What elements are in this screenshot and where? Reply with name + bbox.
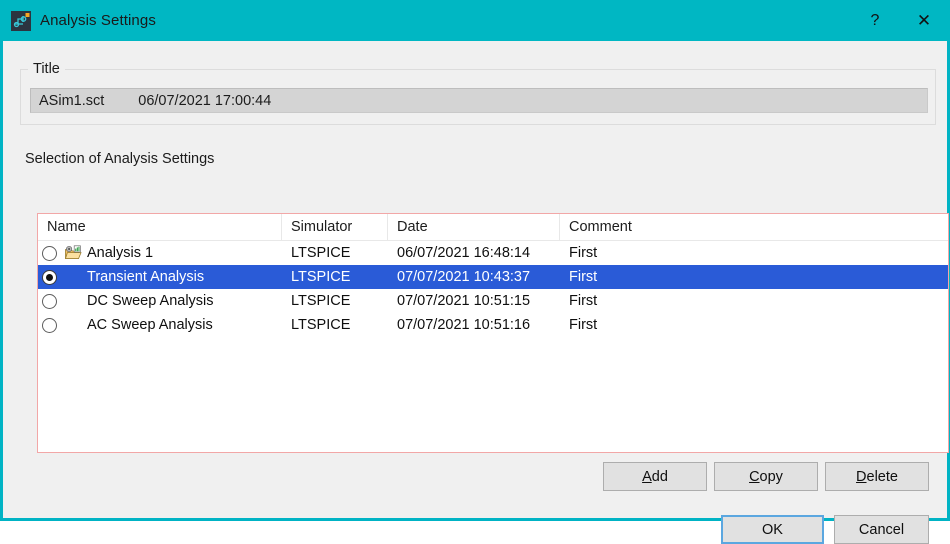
column-header-simulator[interactable]: Simulator	[282, 214, 388, 240]
row-simulator-cell: LTSPICE	[291, 269, 351, 285]
row-name-label: DC Sweep Analysis	[87, 293, 214, 309]
add-button-label: dd	[651, 468, 668, 485]
copy-button[interactable]: Copy	[714, 462, 818, 491]
column-header-name[interactable]: Name	[38, 214, 282, 240]
ok-button[interactable]: OK	[721, 515, 824, 544]
table-row[interactable]: Analysis 1 LTSPICE 06/07/2021 16:48:14 F…	[38, 241, 948, 265]
row-simulator-cell: LTSPICE	[291, 245, 351, 261]
column-header-comment[interactable]: Comment	[560, 214, 948, 240]
row-name-cell: DC Sweep Analysis	[38, 289, 282, 313]
window-titlebar: Analysis Settings ? ✕	[0, 0, 950, 41]
folder-gear-icon	[64, 245, 82, 261]
delete-button[interactable]: Delete	[825, 462, 929, 491]
row-name-cell: AC Sweep Analysis	[38, 313, 282, 337]
add-button[interactable]: Add	[603, 462, 707, 491]
row-name-cell: Transient Analysis	[38, 265, 282, 289]
table-row[interactable]: AC Sweep Analysis LTSPICE 07/07/2021 10:…	[38, 313, 948, 337]
row-radio-button[interactable]	[42, 245, 57, 261]
selection-group-label: Selection of Analysis Settings	[25, 151, 219, 167]
column-header-date[interactable]: Date	[388, 214, 560, 240]
row-date-cell: 07/07/2021 10:51:15	[397, 293, 531, 309]
help-button[interactable]: ?	[852, 0, 898, 41]
analysis-settings-dialog: Analysis Settings ? ✕ Title ASim1.sct 06…	[0, 0, 950, 544]
row-icon-placeholder	[64, 317, 82, 333]
title-file-timestamp: 06/07/2021 17:00:44	[138, 92, 272, 109]
row-icon-placeholder	[64, 293, 82, 309]
close-icon[interactable]: ✕	[898, 0, 950, 41]
row-radio-button[interactable]	[42, 317, 57, 333]
row-icon-placeholder	[64, 269, 82, 285]
row-comment-cell: First	[569, 317, 598, 333]
row-name-label: AC Sweep Analysis	[87, 317, 213, 333]
title-readonly-field: ASim1.sct 06/07/2021 17:00:44	[30, 88, 928, 113]
titlebar-button-group: ? ✕	[852, 0, 950, 41]
row-simulator-cell: LTSPICE	[291, 317, 351, 333]
table-row[interactable]: DC Sweep Analysis LTSPICE 07/07/2021 10:…	[38, 289, 948, 313]
delete-button-label: elete	[866, 468, 898, 485]
list-header-row: Name Simulator Date Comment	[38, 214, 948, 241]
row-radio-button[interactable]	[42, 269, 57, 285]
row-name-cell: Analysis 1	[38, 241, 282, 265]
add-button-mnemonic: A	[642, 468, 652, 485]
analysis-app-icon	[11, 10, 31, 31]
row-date-cell: 06/07/2021 16:48:14	[397, 245, 531, 261]
row-simulator-cell: LTSPICE	[291, 293, 351, 309]
row-name-label: Analysis 1	[87, 245, 154, 261]
row-radio-button[interactable]	[42, 293, 57, 309]
title-file-name: ASim1.sct	[39, 92, 105, 109]
row-name-label: Transient Analysis	[87, 269, 205, 285]
row-date-cell: 07/07/2021 10:43:37	[397, 269, 531, 285]
title-groupbox: Title ASim1.sct 06/07/2021 17:00:44	[20, 61, 936, 125]
dialog-body: Title ASim1.sct 06/07/2021 17:00:44 Sele…	[3, 41, 949, 544]
window-title: Analysis Settings	[40, 12, 156, 29]
copy-button-label: opy	[759, 468, 783, 485]
row-comment-cell: First	[569, 269, 598, 285]
selection-groupbox: Selection of Analysis Settings Name Simu…	[20, 151, 949, 453]
title-group-label: Title	[28, 61, 65, 77]
row-comment-cell: First	[569, 293, 598, 309]
cancel-button[interactable]: Cancel	[834, 515, 929, 544]
copy-button-mnemonic: C	[749, 468, 760, 485]
table-row[interactable]: Transient Analysis LTSPICE 07/07/2021 10…	[38, 265, 948, 289]
delete-button-mnemonic: D	[856, 468, 867, 485]
analysis-settings-list[interactable]: Name Simulator Date Comment Analysis 1 L…	[37, 213, 949, 453]
row-comment-cell: First	[569, 245, 598, 261]
row-date-cell: 07/07/2021 10:51:16	[397, 317, 531, 333]
